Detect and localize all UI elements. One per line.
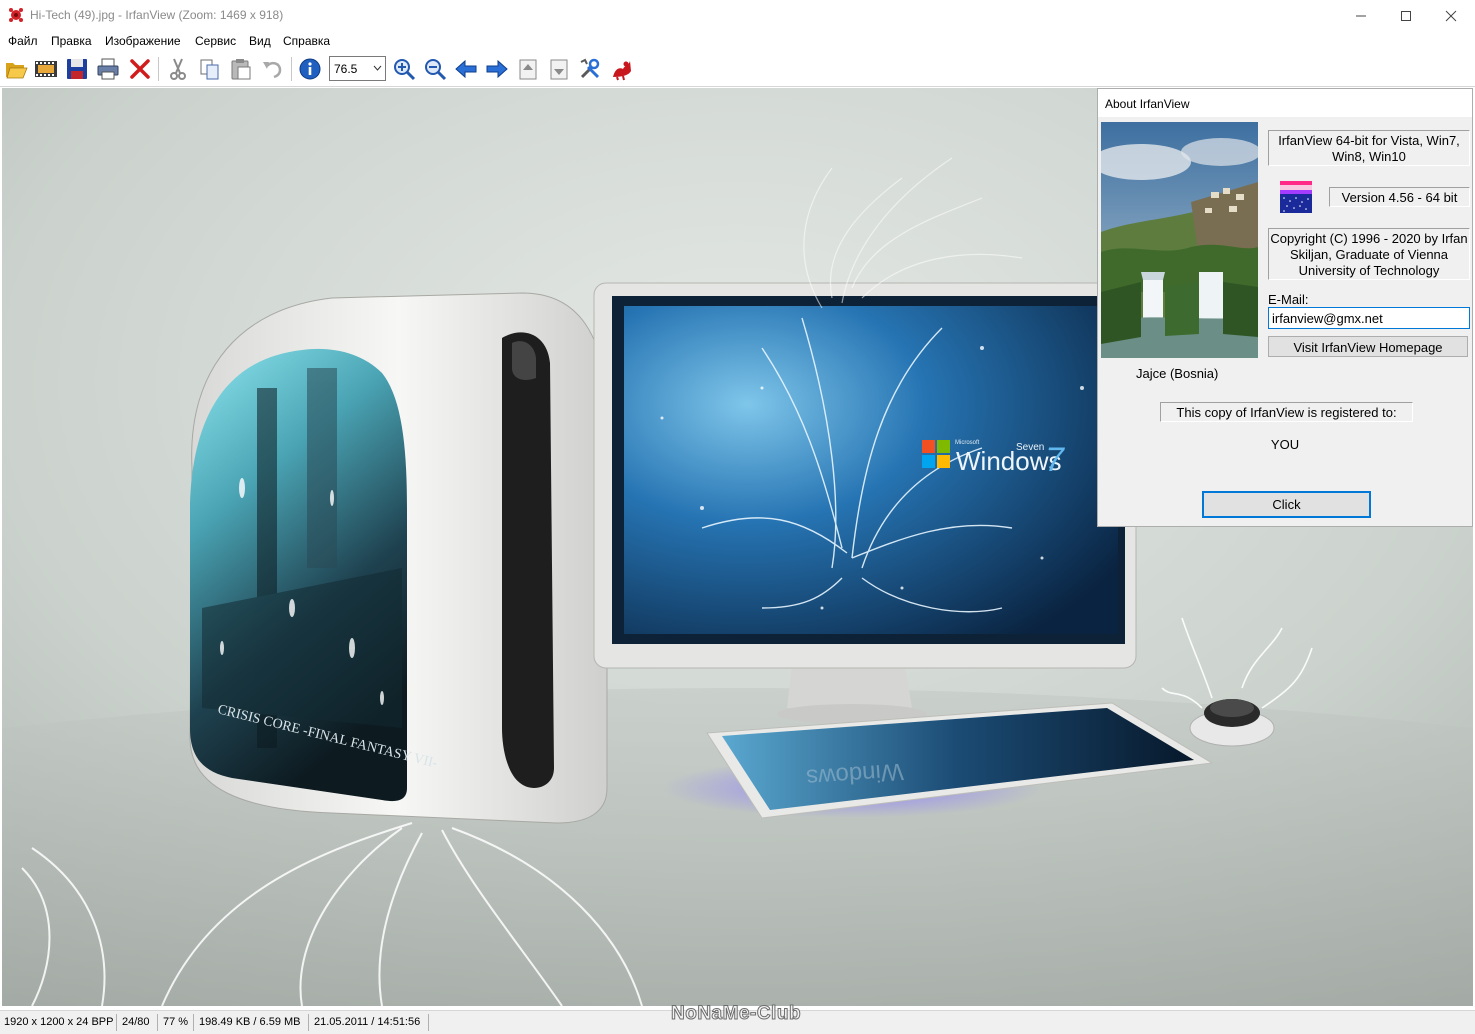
page-down-icon xyxy=(550,59,568,80)
info-button[interactable] xyxy=(297,56,323,82)
status-datetime: 21.05.2011 / 14:51:56 xyxy=(314,1016,421,1028)
jajce-photo xyxy=(1101,122,1258,358)
email-label: E-Mail: xyxy=(1268,292,1309,307)
printer-icon xyxy=(97,58,119,80)
status-divider xyxy=(428,1014,429,1031)
close-button[interactable] xyxy=(1428,0,1474,31)
product-name: IrfanView 64-bit for Vista, Win7, Win8, … xyxy=(1278,133,1460,164)
print-button[interactable] xyxy=(95,56,121,82)
status-divider xyxy=(193,1014,194,1031)
title-bar: Hi-Tech (49).jpg - IrfanView (Zoom: 1469… xyxy=(0,0,1475,31)
dialog-title-bar[interactable]: About IrfanView xyxy=(1098,89,1472,117)
dialog-title: About IrfanView xyxy=(1105,97,1190,111)
close-icon xyxy=(1445,10,1457,21)
previous-image-button[interactable] xyxy=(453,56,479,82)
bosnia-flag-icon xyxy=(1280,181,1312,213)
menu-options[interactable]: Сервис xyxy=(195,34,236,48)
email-field[interactable]: irfanview@gmx.net xyxy=(1268,307,1470,329)
status-divider xyxy=(116,1014,117,1031)
version-frame: Version 4.56 - 64 bit xyxy=(1329,187,1470,207)
waterfall-landscape-image xyxy=(1101,122,1258,358)
menu-file[interactable]: Файл xyxy=(8,34,38,48)
chevron-down-icon xyxy=(373,65,382,71)
about-dialog: About IrfanView Jajce (Bosnia) IrfanView… xyxy=(1097,88,1473,527)
filmstrip-icon xyxy=(35,61,57,77)
copy-button[interactable] xyxy=(197,56,223,82)
zoom-out-icon xyxy=(425,59,447,81)
maximize-button[interactable] xyxy=(1383,0,1429,31)
last-page-button[interactable] xyxy=(546,56,572,82)
product-name-frame: IrfanView 64-bit for Vista, Win7, Win8, … xyxy=(1268,130,1470,166)
minimize-button[interactable] xyxy=(1338,0,1384,31)
click-ok-button[interactable]: Click xyxy=(1202,491,1371,518)
menu-image[interactable]: Изображение xyxy=(105,34,181,48)
status-dimensions: 1920 x 1200 x 24 BPP xyxy=(4,1016,114,1028)
status-divider xyxy=(308,1014,309,1031)
folder-open-icon xyxy=(6,63,28,79)
irfanview-logo-icon xyxy=(613,61,631,81)
registered-frame: This copy of IrfanView is registered to: xyxy=(1160,402,1413,422)
version-text: Version 4.56 - 64 bit xyxy=(1341,190,1458,205)
zoom-combobox[interactable]: 76.5 xyxy=(329,56,386,81)
window-title: Hi-Tech (49).jpg - IrfanView (Zoom: 1469… xyxy=(30,8,284,22)
clipboard-paste-icon xyxy=(231,59,251,80)
undo-button[interactable] xyxy=(259,56,285,82)
open-button[interactable] xyxy=(3,56,29,82)
copyright-text: Copyright (C) 1996 - 2020 by Irfan Skilj… xyxy=(1270,231,1468,278)
arrow-right-icon xyxy=(486,59,508,79)
photo-caption: Jajce (Bosnia) xyxy=(1136,366,1219,381)
properties-button[interactable] xyxy=(577,56,603,82)
copyright-frame: Copyright (C) 1996 - 2020 by Irfan Skilj… xyxy=(1268,228,1470,280)
delete-x-icon xyxy=(130,59,150,79)
save-button[interactable] xyxy=(64,56,90,82)
registered-label: This copy of IrfanView is registered to: xyxy=(1176,405,1397,420)
menu-bar: Файл Правка Изображение Сервис Вид Справ… xyxy=(0,31,1475,51)
first-page-button[interactable] xyxy=(515,56,541,82)
menu-view[interactable]: Вид xyxy=(249,34,271,48)
arrow-left-icon xyxy=(455,59,477,79)
info-icon xyxy=(299,58,321,80)
maximize-icon xyxy=(1401,10,1411,21)
page-up-icon xyxy=(519,59,537,80)
delete-button[interactable] xyxy=(127,56,153,82)
irfanview-app-icon[interactable] xyxy=(8,7,24,23)
undo-icon xyxy=(263,61,282,79)
zoom-in-button[interactable] xyxy=(391,56,417,82)
tools-icon xyxy=(580,58,600,79)
exit-button[interactable] xyxy=(608,56,634,82)
visit-homepage-button[interactable]: Visit IrfanView Homepage xyxy=(1268,336,1468,357)
status-filesize: 198.49 KB / 6.59 MB xyxy=(199,1016,301,1028)
floppy-save-icon xyxy=(67,59,87,79)
watermark: NoNaMe-Club xyxy=(670,1003,802,1025)
toolbar: 76.5 xyxy=(0,51,1475,87)
copy-icon xyxy=(200,59,219,80)
cut-button[interactable] xyxy=(165,56,191,82)
menu-edit[interactable]: Правка xyxy=(51,34,92,48)
status-index: 24/80 xyxy=(122,1016,150,1028)
zoom-in-icon xyxy=(394,59,416,81)
registered-to: YOU xyxy=(1270,437,1300,452)
status-divider xyxy=(157,1014,158,1031)
zoom-out-button[interactable] xyxy=(422,56,448,82)
scissors-icon xyxy=(170,58,186,80)
toolbar-separator xyxy=(158,57,159,81)
zoom-value: 76.5 xyxy=(334,62,358,76)
minimize-icon xyxy=(1356,15,1366,16)
slideshow-button[interactable] xyxy=(33,56,59,82)
toolbar-separator xyxy=(291,57,292,81)
next-image-button[interactable] xyxy=(484,56,510,82)
windows-version-text: 7 xyxy=(1045,441,1065,479)
menu-help[interactable]: Справка xyxy=(283,34,330,48)
paste-button[interactable] xyxy=(228,56,254,82)
status-zoom: 77 % xyxy=(163,1016,189,1028)
